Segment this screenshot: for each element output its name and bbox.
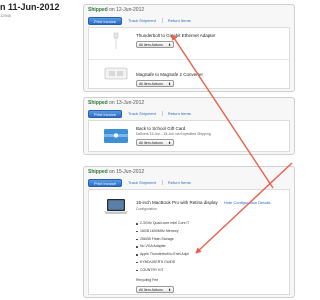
arrow-to-config-adapter: [195, 162, 293, 254]
annotation-arrows: [171, 34, 293, 254]
arrow-to-ethernet-adapter: [171, 34, 274, 189]
